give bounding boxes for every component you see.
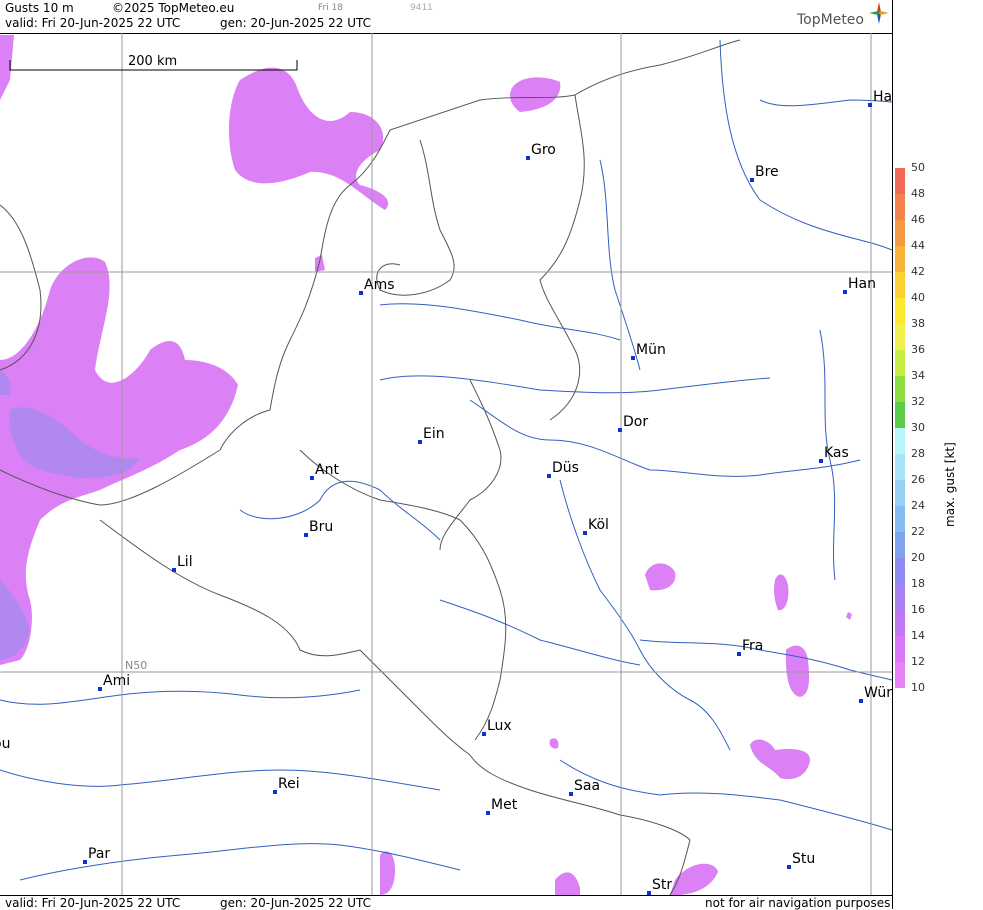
city-dot <box>172 568 176 572</box>
scale-label: 200 km <box>128 54 177 69</box>
legend-tick-label: 44 <box>911 239 925 252</box>
legend-tick-label: 12 <box>911 655 925 668</box>
city-dot <box>569 792 573 796</box>
city-label: Bru <box>309 519 334 535</box>
legend-tick-label: 40 <box>911 291 925 304</box>
gust-legend: 50 48 46 44 42 40 38 36 34 32 30 28 26 24 22 20 18 16 14 12… <box>895 161 955 708</box>
legend-tick-label: 14 <box>911 629 925 642</box>
city-dot <box>618 428 622 432</box>
city-label: Ami <box>103 673 131 689</box>
city-label: Fra <box>742 638 764 654</box>
legend-tick-label: 18 <box>911 577 925 590</box>
city-dot <box>418 440 422 444</box>
legend-tick-label: 42 <box>911 265 925 278</box>
legend-tick-label: 38 <box>911 317 925 330</box>
city-label: Saa <box>574 778 601 794</box>
legend-tick-label: 24 <box>911 499 925 512</box>
city-label: Ant <box>315 462 339 478</box>
city-label: Düs <box>552 460 579 476</box>
topmeteo-logo: TopMeteo <box>797 2 889 28</box>
scale-bar: 200 km <box>9 54 298 71</box>
legend-tick-label: 16 <box>911 603 925 616</box>
city-dot <box>83 860 87 864</box>
city-label: ou <box>0 736 11 752</box>
legend-title: max. gust [kt] <box>943 442 957 527</box>
city-dot <box>273 790 277 794</box>
city-label: Par <box>88 846 111 862</box>
compass-icon <box>869 2 889 24</box>
city-label: Ha <box>873 89 893 105</box>
city-label: Han <box>848 276 876 292</box>
city-dot <box>787 865 791 869</box>
city-dot <box>843 290 847 294</box>
city-dot <box>486 811 490 815</box>
small-time: Fri 18 <box>318 3 344 13</box>
legend-tick-label: 20 <box>911 551 925 564</box>
legend-tick-label: 28 <box>911 447 925 460</box>
city-dot <box>859 699 863 703</box>
legend-tick-label: 36 <box>911 343 925 356</box>
generated-time: gen: 20-Jun-2025 22 UTC <box>220 16 372 30</box>
city-label: Met <box>491 797 518 813</box>
city-label: Ein <box>423 426 445 442</box>
city-label: Stu <box>792 851 816 867</box>
city-label: Kas <box>824 445 849 461</box>
city-label: Bre <box>755 164 779 180</box>
city-label: Lil <box>177 554 193 570</box>
footer-generated-time: gen: 20-Jun-2025 22 UTC <box>220 896 372 910</box>
city-dot <box>482 732 486 736</box>
small-code: 9411 <box>410 3 433 13</box>
city-dot <box>359 291 363 295</box>
city-dot <box>868 103 872 107</box>
copyright: ©2025 TopMeteo.eu <box>112 1 235 15</box>
city-label: Dor <box>623 414 649 430</box>
city-label: Mün <box>636 342 666 358</box>
weather-map[interactable]: N50 200 km <box>0 33 892 895</box>
city-label: Ams <box>364 277 395 293</box>
city-dot <box>750 178 754 182</box>
city-label: Lux <box>487 718 512 734</box>
legend-tick-label: 30 <box>911 421 925 434</box>
city-label: Gro <box>531 142 556 158</box>
product-title: Gusts 10 m <box>5 1 74 15</box>
brand-text: TopMeteo <box>797 12 864 28</box>
city-dot <box>310 476 314 480</box>
map-footer: valid: Fri 20-Jun-2025 22 UTC gen: 20-Ju… <box>0 895 892 910</box>
legend-tick-label: 26 <box>911 473 925 486</box>
city-label: Wür <box>864 685 892 701</box>
legend-tick-label: 48 <box>911 187 925 200</box>
city-dot <box>583 531 587 535</box>
valid-time: valid: Fri 20-Jun-2025 22 UTC <box>5 16 181 30</box>
city-label: Str <box>652 877 673 893</box>
legend-divider <box>892 0 893 909</box>
city-dot <box>98 687 102 691</box>
city-dot <box>631 356 635 360</box>
legend-tick-label: 32 <box>911 395 925 408</box>
city-label: Rei <box>278 776 300 792</box>
footer-note: not for air navigation purposes <box>705 896 891 910</box>
city-dot <box>737 652 741 656</box>
city-dot <box>819 459 823 463</box>
legend-tick-label: 22 <box>911 525 925 538</box>
city-dot <box>547 474 551 478</box>
legend-tick-label: 50 <box>911 161 925 174</box>
legend-tick-label: 34 <box>911 369 925 382</box>
legend-tick-label: 10 <box>911 681 925 694</box>
latitude-label: N50 <box>125 659 147 672</box>
city-label: Köl <box>588 517 609 533</box>
city-dot <box>526 156 530 160</box>
footer-valid-time: valid: Fri 20-Jun-2025 22 UTC <box>5 896 181 910</box>
map-header: Gusts 10 m ©2025 TopMeteo.eu valid: Fri … <box>0 0 892 34</box>
city-dot <box>304 533 308 537</box>
legend-tick-label: 46 <box>911 213 925 226</box>
